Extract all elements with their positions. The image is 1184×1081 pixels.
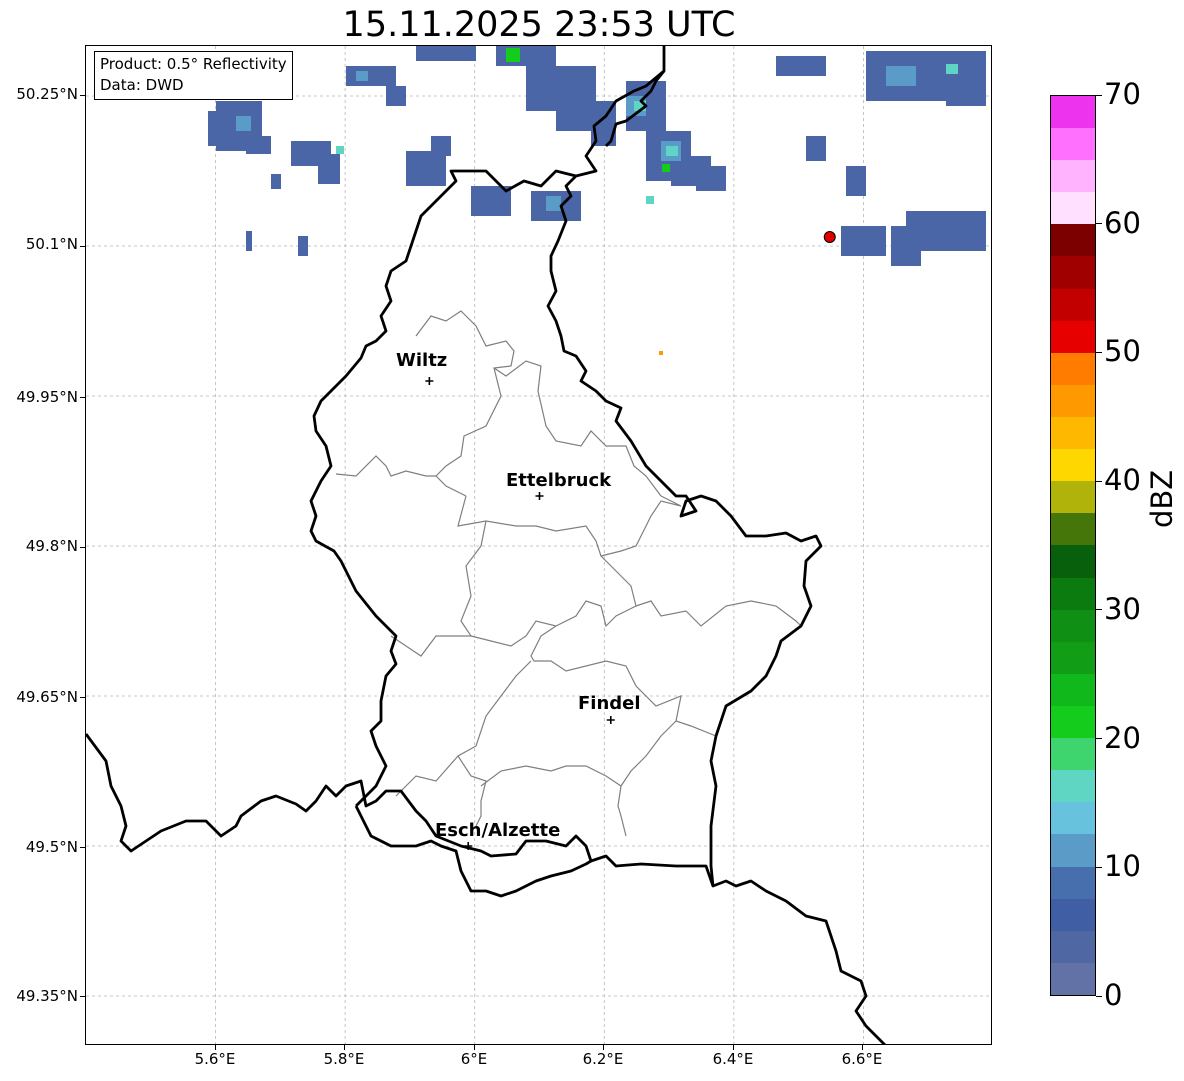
map-canvas	[86, 46, 991, 1044]
lon-tick	[474, 1045, 475, 1050]
colorbar-segment	[1051, 834, 1095, 867]
colorbar-segment	[1051, 641, 1095, 674]
city-label-ettelbruck: Ettelbruck	[506, 470, 612, 491]
lon-tick	[215, 1045, 216, 1050]
colorbar-segment	[1051, 481, 1095, 514]
colorbar-tick	[1096, 738, 1102, 740]
lat-tick	[80, 246, 85, 247]
colorbar-segment	[1051, 577, 1095, 610]
colorbar-tick-label: 20	[1104, 720, 1141, 755]
colorbar-segment	[1051, 513, 1095, 546]
map-title: 15.11.2025 23:53 UTC	[342, 5, 736, 45]
city-marker	[425, 377, 434, 385]
lat-label: 50.1°N	[25, 235, 78, 253]
lat-tick	[80, 847, 85, 848]
colorbar-tick	[1096, 94, 1102, 96]
colorbar-segment	[1051, 738, 1095, 771]
colorbar-segment	[1051, 866, 1095, 899]
city-label-findel: Findel	[578, 693, 641, 714]
colorbar-tick	[1096, 351, 1102, 353]
colorbar-segment	[1051, 128, 1095, 161]
dbz-colorbar	[1050, 95, 1096, 996]
lon-label: 6.2°E	[582, 1050, 624, 1068]
radar-site-marker	[823, 231, 836, 243]
colorbar-tick-label: 40	[1104, 463, 1141, 498]
radar-echoes	[208, 46, 986, 355]
lon-tick	[862, 1045, 863, 1050]
district-boundaries	[335, 310, 802, 837]
colorbar-tick-label: 30	[1104, 591, 1141, 626]
colorbar-tick	[1096, 480, 1102, 482]
colorbar-segment	[1051, 417, 1095, 450]
colorbar-segment	[1051, 160, 1095, 193]
colorbar-segment	[1051, 962, 1095, 995]
colorbar-segment	[1051, 673, 1095, 707]
colorbar-segment	[1051, 288, 1095, 321]
city-marker	[606, 716, 615, 724]
lat-tick	[80, 397, 85, 398]
colorbar-tick	[1096, 223, 1102, 225]
lon-tick	[344, 1045, 345, 1050]
lon-label: 6.4°E	[712, 1050, 754, 1068]
lat-label: 49.35°N	[16, 987, 78, 1005]
colorbar-tick-label: 50	[1104, 334, 1141, 369]
colorbar-label: dBZ	[1145, 469, 1179, 528]
lon-label: 5.6°E	[194, 1050, 236, 1068]
city-marker	[535, 492, 544, 500]
colorbar-segment	[1051, 192, 1095, 225]
lat-label: 49.8°N	[25, 537, 78, 555]
colorbar-segment	[1051, 384, 1095, 418]
colorbar-tick-label: 0	[1104, 978, 1123, 1012]
colorbar-tick	[1096, 609, 1102, 611]
colorbar-segment	[1051, 449, 1095, 482]
colorbar-segment	[1051, 609, 1095, 642]
colorbar-tick-label: 10	[1104, 849, 1141, 884]
lat-label: 49.5°N	[25, 838, 78, 856]
colorbar-tick	[1096, 866, 1102, 868]
colorbar-segment	[1051, 770, 1095, 803]
city-markers	[425, 377, 615, 850]
city-label-esch-alzette: Esch/Alzette	[435, 820, 561, 841]
colorbar-segment	[1051, 706, 1095, 739]
city-label-wiltz: Wiltz	[396, 350, 448, 371]
lat-tick	[80, 996, 85, 997]
colorbar-segment	[1051, 930, 1095, 963]
colorbar-segment	[1051, 545, 1095, 578]
colorbar-segment	[1051, 320, 1095, 353]
lat-tick	[80, 547, 85, 548]
lon-label: 5.8°E	[323, 1050, 365, 1068]
lon-tick	[603, 1045, 604, 1050]
colorbar-tick	[1096, 995, 1102, 997]
colorbar-segment	[1051, 898, 1095, 931]
lat-label: 49.95°N	[16, 388, 78, 406]
lat-tick	[80, 95, 85, 96]
data-source-label: Data: DWD	[100, 76, 184, 94]
colorbar-tick-label: 60	[1104, 205, 1141, 240]
lon-tick	[733, 1045, 734, 1050]
colorbar-segment	[1051, 802, 1095, 835]
product-label: Product: 0.5° Reflectivity	[100, 55, 287, 73]
lat-label: 49.65°N	[16, 688, 78, 706]
product-info-box: Product: 0.5° Reflectivity Data: DWD	[94, 51, 293, 100]
colorbar-segment	[1051, 95, 1095, 129]
colorbar-segment	[1051, 224, 1095, 257]
colorbar-tick-label: 70	[1104, 77, 1141, 111]
radar-map[interactable]	[85, 45, 992, 1045]
colorbar-segment	[1051, 352, 1095, 385]
lat-tick	[80, 697, 85, 698]
lon-label: 6.6°E	[841, 1050, 883, 1068]
lon-label: 6°E	[460, 1050, 488, 1068]
lat-label: 50.25°N	[16, 85, 78, 103]
colorbar-segment	[1051, 256, 1095, 289]
